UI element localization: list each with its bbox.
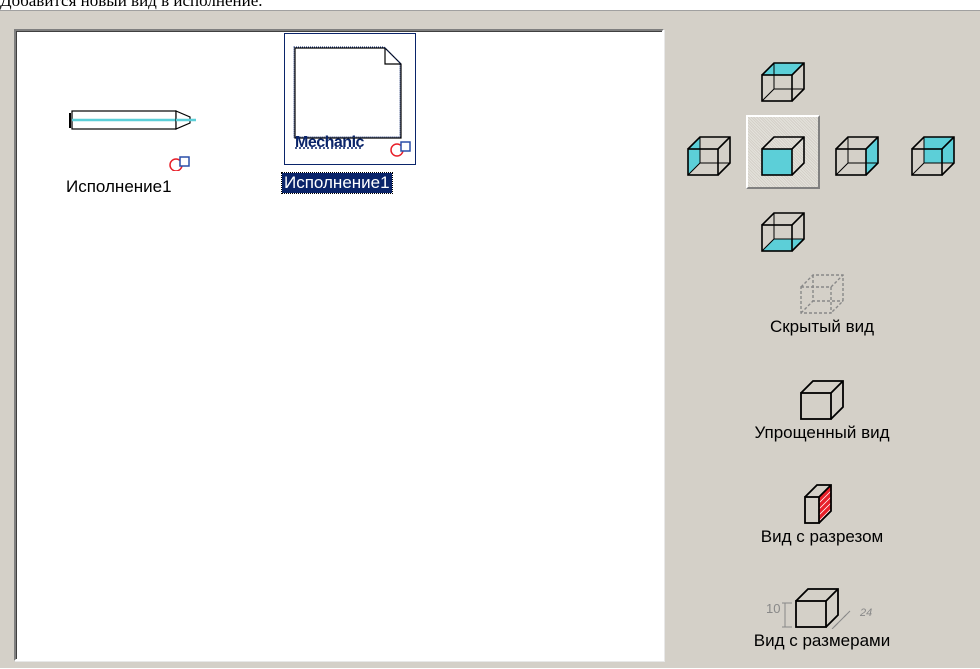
cube-right-icon — [835, 136, 879, 176]
list-item-label-selected: Исполнение1 — [281, 172, 393, 194]
dimension-view-option[interactable]: 10 24 Вид с размерами — [664, 577, 980, 651]
hidden-view-option[interactable]: Скрытый вид — [664, 265, 980, 337]
part-icon — [69, 110, 196, 171]
cube-left-icon — [687, 136, 731, 176]
view-bottom-button[interactable] — [746, 191, 820, 265]
simplified-view-label: Упрощенный вид — [754, 423, 890, 442]
list-item[interactable]: Mechanic Исполнение1 — [270, 33, 435, 213]
section-view-option[interactable]: Вид с разрезом — [664, 475, 980, 547]
list-item-label: Исполнение1 — [66, 177, 172, 196]
dimension-view-icon — [782, 588, 851, 629]
thumbnail-text: Mechanic — [295, 134, 364, 151]
cube-bottom-icon — [761, 212, 805, 252]
cube-front-icon — [761, 136, 805, 176]
drawing-thumbnail: Mechanic — [284, 33, 416, 165]
section-view-label: Вид с разрезом — [760, 527, 884, 546]
view-left-button[interactable] — [672, 115, 746, 189]
dimension-view-label: Вид с размерами — [753, 631, 891, 650]
list-item[interactable]: Исполнение1 — [56, 81, 196, 201]
cube-back-icon — [911, 136, 955, 176]
view-dialog: Исполнение1 Mechanic Исполнение1 Скрытый… — [0, 10, 980, 668]
executions-list[interactable]: Исполнение1 Mechanic Исполнение1 — [14, 29, 664, 661]
view-top-button[interactable] — [746, 41, 820, 115]
simplified-view-option[interactable]: Упрощенный вид — [664, 371, 980, 443]
hidden-view-label: Скрытый вид — [769, 317, 875, 336]
view-orientation-panel: Скрытый вид Упрощенный вид Вид с разрезо… — [664, 29, 980, 669]
cube-top-icon — [761, 62, 805, 102]
simplified-view-icon — [800, 380, 844, 420]
view-back-button[interactable] — [896, 115, 970, 189]
section-view-icon — [804, 484, 832, 524]
view-right-button[interactable] — [820, 115, 894, 189]
hidden-view-icon — [800, 274, 844, 314]
view-front-button[interactable] — [746, 115, 820, 189]
